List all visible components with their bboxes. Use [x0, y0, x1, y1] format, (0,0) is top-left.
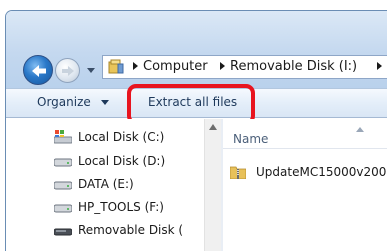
breadcrumb-removable-disk[interactable]: Removable Disk (I:) [230, 59, 357, 74]
nav-item-label: HP_TOOLS (F:) [78, 200, 164, 214]
nav-item-local-disk-d[interactable]: Local Disk (D:) [54, 152, 204, 172]
nav-item-removable-disk[interactable]: Removable Disk ( [54, 221, 204, 241]
explorer-window: Computer Removable Disk (I:) Organize Ex… [0, 0, 387, 251]
removable-drive-icon [54, 228, 72, 236]
file-name: UpdateMC15000v200 [256, 165, 387, 179]
nav-item-label: Local Disk (C:) [78, 130, 165, 144]
breadcrumb-arrow-icon[interactable] [218, 61, 226, 71]
scroll-up-arrow-icon[interactable] [209, 124, 217, 130]
nav-item-hp-tools-f[interactable]: HP_TOOLS (F:) [54, 198, 204, 218]
system-drive-icon [54, 130, 72, 144]
forward-arrow-icon [62, 66, 74, 76]
name-column-label: Name [233, 132, 269, 146]
organize-button[interactable]: Organize [37, 95, 91, 109]
nav-item-label: Local Disk (D:) [78, 154, 166, 168]
hard-drive-icon [54, 158, 72, 167]
hard-drive-icon [54, 204, 72, 213]
nav-item-local-disk-c[interactable]: Local Disk (C:) [54, 128, 204, 148]
sort-ascending-icon [356, 127, 364, 132]
breadcrumb-computer[interactable]: Computer [143, 59, 208, 74]
removable-drive-icon [108, 59, 124, 74]
nav-item-label: Removable Disk ( [78, 223, 184, 237]
chevron-down-icon[interactable] [101, 100, 109, 106]
list-item[interactable]: UpdateMC15000v200 [230, 164, 387, 184]
compressed-folder-icon [230, 166, 246, 179]
hard-drive-icon [54, 181, 72, 190]
navigation-scrollbar[interactable] [204, 119, 221, 251]
nav-item-data-e[interactable]: DATA (E:) [54, 175, 204, 195]
name-column-header[interactable]: Name [223, 127, 387, 149]
nav-item-label: DATA (E:) [78, 177, 134, 191]
chevron-down-icon[interactable] [86, 66, 96, 74]
address-bar[interactable]: Computer Removable Disk (I:) [102, 55, 387, 79]
back-arrow-icon [32, 65, 46, 77]
forward-button[interactable] [55, 58, 80, 83]
back-button[interactable] [23, 55, 53, 85]
breadcrumb-arrow-icon[interactable] [131, 61, 139, 71]
breadcrumb-arrow-icon[interactable] [375, 61, 383, 71]
